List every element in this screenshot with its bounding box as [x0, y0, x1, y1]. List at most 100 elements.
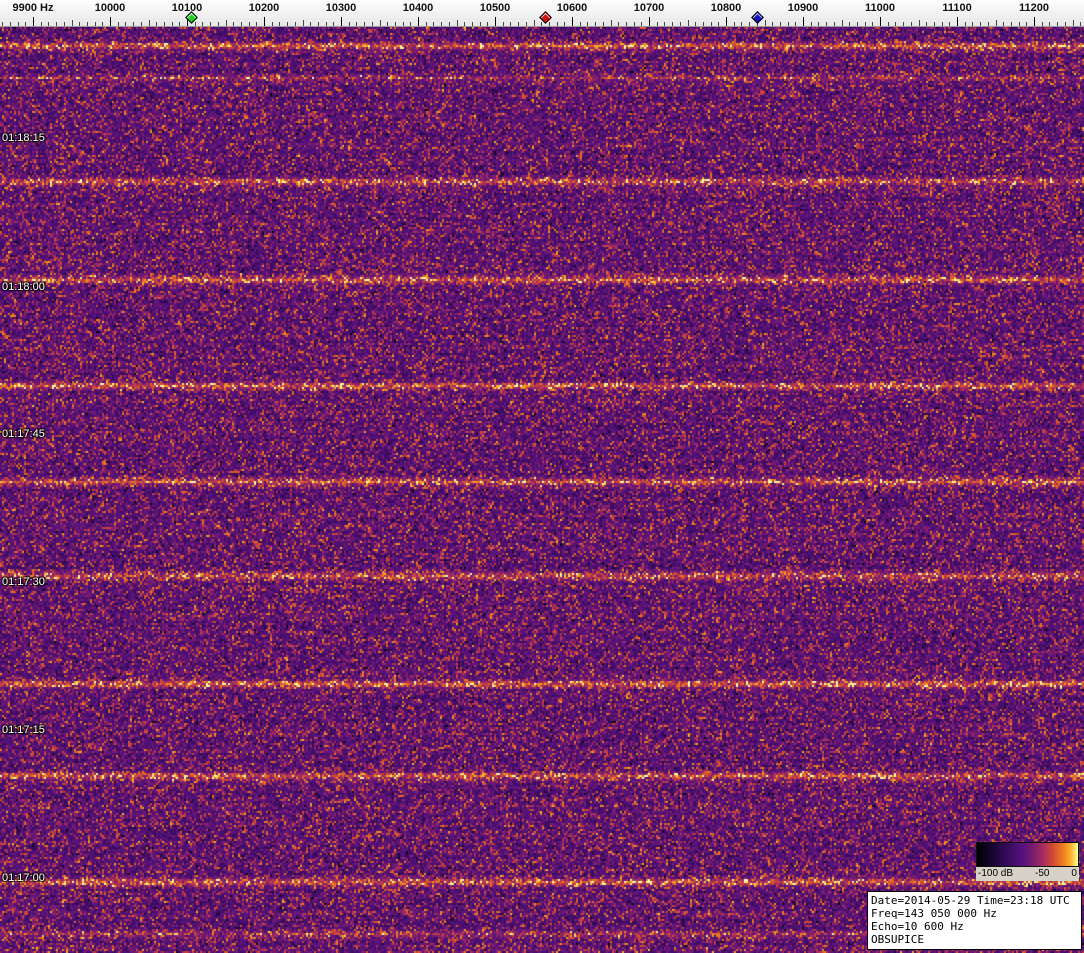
ruler-tick	[988, 22, 989, 26]
ruler-tick	[110, 17, 111, 26]
ruler-tick	[125, 22, 126, 26]
ruler-tick	[218, 22, 219, 26]
ruler-tick	[25, 22, 26, 26]
info-echo: Echo=10 600 Hz	[871, 920, 964, 933]
frequency-ruler[interactable]: 9900 Hz 10000 10100 10200 10300 10400 10500 106…	[0, 0, 1084, 27]
ruler-tick	[387, 22, 388, 26]
ruler-tick	[1003, 22, 1004, 26]
ruler-tick	[857, 22, 858, 26]
ruler-tick	[741, 22, 742, 26]
ruler-frequency-label: 10500	[479, 2, 511, 14]
db-color-scale: -100 dB -50 0	[976, 842, 1079, 881]
ruler-tick	[795, 22, 796, 26]
ruler-tick	[834, 22, 835, 26]
colormap-gradient-bar	[976, 842, 1079, 867]
ruler-tick	[457, 20, 458, 26]
ruler-tick	[356, 22, 357, 26]
ruler-tick	[580, 22, 581, 26]
spectrogram-waterfall[interactable]	[0, 27, 1084, 953]
ruler-tick	[318, 22, 319, 26]
ruler-tick	[295, 22, 296, 26]
ruler-tick	[534, 20, 535, 26]
ruler-tick	[349, 22, 350, 26]
ruler-tick	[1042, 22, 1043, 26]
ruler-frequency-label: 10700	[633, 2, 665, 14]
ruler-tick	[695, 22, 696, 26]
ruler-tick	[164, 22, 165, 26]
ruler-tick	[680, 22, 681, 26]
ruler-frequency-label: 10600	[556, 2, 588, 14]
ruler-tick	[849, 22, 850, 26]
ruler-tick	[772, 22, 773, 26]
ruler-tick	[241, 22, 242, 26]
ruler-tick	[333, 22, 334, 26]
ruler-tick	[480, 22, 481, 26]
ruler-tick	[788, 22, 789, 26]
ruler-tick	[872, 22, 873, 26]
ruler-tick	[549, 22, 550, 26]
ruler-tick	[87, 22, 88, 26]
ruler-tick	[395, 22, 396, 26]
ruler-tick	[718, 22, 719, 26]
ruler-tick	[33, 17, 34, 26]
ruler-frequency-label: 10200	[248, 2, 280, 14]
ruler-tick	[156, 22, 157, 26]
ruler-tick	[264, 17, 265, 26]
ruler-tick	[464, 22, 465, 26]
ruler-tick	[926, 22, 927, 26]
ruler-tick	[587, 22, 588, 26]
ruler-tick	[664, 22, 665, 26]
ruler-tick	[618, 22, 619, 26]
ruler-tick	[10, 22, 11, 26]
ruler-tick	[48, 22, 49, 26]
ruler-tick	[310, 22, 311, 26]
ruler-tick	[326, 22, 327, 26]
ruler-tick	[780, 22, 781, 26]
ruler-tick	[541, 22, 542, 26]
ruler-tick	[1034, 17, 1035, 26]
ruler-frequency-label: 10800	[710, 2, 742, 14]
ruler-tick	[688, 20, 689, 26]
ruler-tick	[1026, 22, 1027, 26]
ruler-tick	[919, 20, 920, 26]
ruler-tick	[672, 22, 673, 26]
db-mid-label: -50	[1035, 868, 1050, 879]
ruler-tick	[880, 17, 881, 26]
ruler-frequency-label: 11100	[942, 2, 972, 14]
ruler-tick	[272, 22, 273, 26]
ruler-tick	[865, 22, 866, 26]
ruler-tick	[595, 22, 596, 26]
ruler-tick	[888, 22, 889, 26]
marker-diamond-blue-icon[interactable]	[751, 11, 764, 24]
ruler-tick	[364, 22, 365, 26]
ruler-tick	[2, 22, 3, 26]
db-scale-labels: -100 dB -50 0	[976, 867, 1079, 881]
ruler-tick	[441, 22, 442, 26]
ruler-tick	[202, 22, 203, 26]
ruler-tick	[903, 22, 904, 26]
ruler-tick	[426, 22, 427, 26]
ruler-tick	[641, 22, 642, 26]
observation-info-box: Date=2014-05-29 Time=23:18 UTC Freq=143 …	[867, 891, 1082, 950]
db-min-label: -100 dB	[978, 868, 1014, 879]
ruler-tick	[95, 22, 96, 26]
ruler-tick	[811, 22, 812, 26]
ruler-tick	[510, 22, 511, 26]
ruler-frequency-label: 11000	[865, 2, 895, 14]
ruler-tick	[711, 22, 712, 26]
ruler-tick	[141, 22, 142, 26]
ruler-tick	[972, 22, 973, 26]
info-frequency: Freq=143 050 000 Hz	[871, 907, 997, 920]
db-max-label: 0	[1071, 868, 1077, 879]
ruler-tick	[603, 22, 604, 26]
ruler-tick	[657, 22, 658, 26]
ruler-tick	[518, 22, 519, 26]
ruler-frequency-label: 10900	[787, 2, 819, 14]
ruler-tick	[765, 20, 766, 26]
ruler-frequency-label: 10000	[94, 2, 126, 14]
ruler-tick	[179, 22, 180, 26]
ruler-tick	[418, 17, 419, 26]
ruler-tick	[56, 22, 57, 26]
ruler-tick	[72, 20, 73, 26]
ruler-tick	[703, 22, 704, 26]
